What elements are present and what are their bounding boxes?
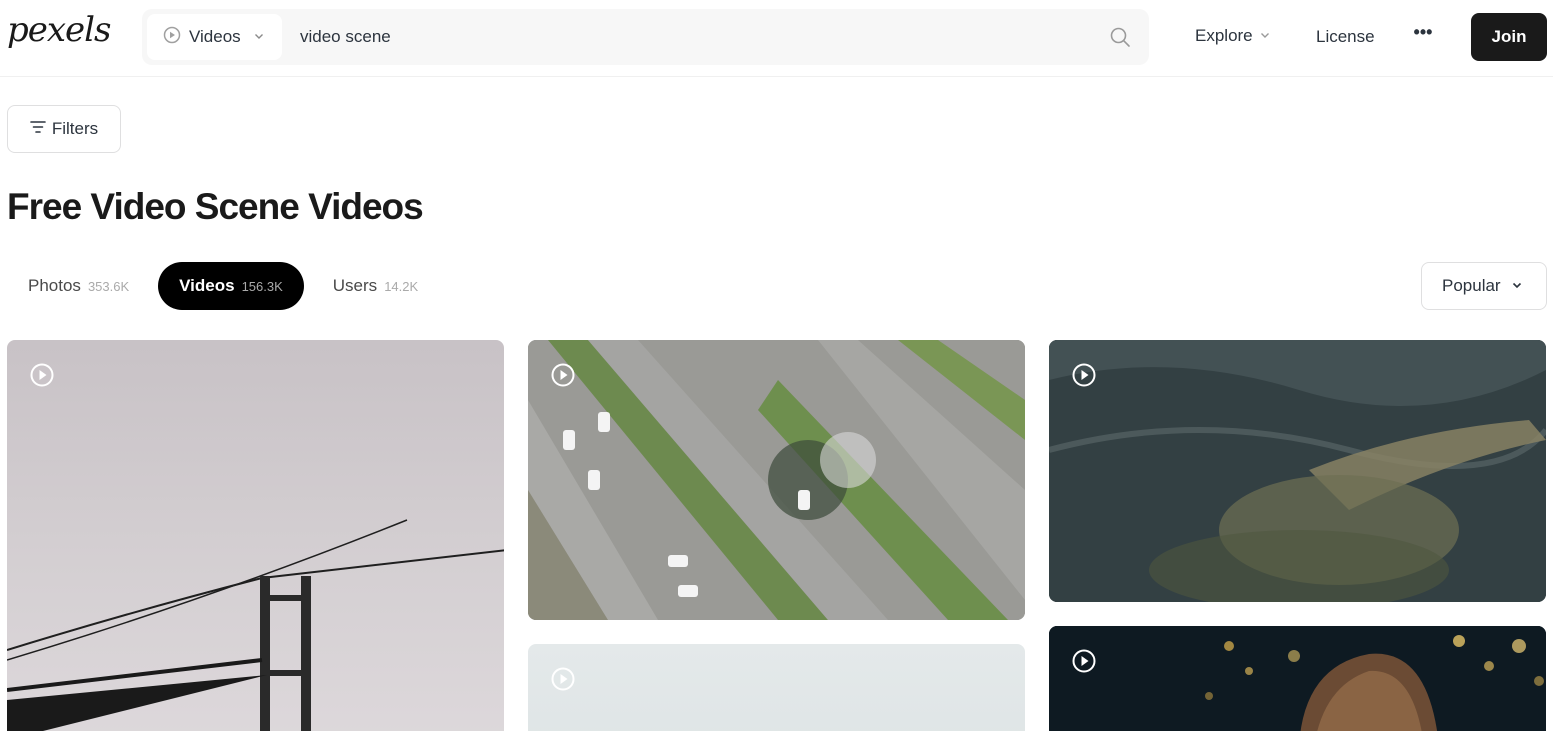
video-thumbnail-underwater	[1049, 340, 1546, 602]
filter-icon	[30, 119, 46, 139]
video-thumbnail-bokeh-portrait	[1049, 626, 1546, 731]
tab-count: 353.6K	[87, 279, 130, 294]
tab-label: Users	[332, 276, 378, 295]
sort-dropdown[interactable]: Popular	[1421, 262, 1547, 310]
top-header: pexels Videos Explore License ••• Join	[0, 0, 1553, 77]
tab-videos[interactable]: Videos 156.3K	[158, 262, 304, 310]
nav-explore[interactable]: Explore	[1195, 26, 1271, 46]
filters-button[interactable]: Filters	[7, 105, 121, 153]
video-card[interactable]	[528, 644, 1025, 731]
join-button[interactable]: Join	[1471, 13, 1547, 61]
filters-label: Filters	[51, 119, 99, 138]
video-card[interactable]	[7, 340, 504, 731]
search-input[interactable]	[300, 14, 1100, 60]
nav-explore-label: Explore	[1195, 26, 1253, 45]
video-thumbnail-aerial-road	[528, 340, 1025, 620]
play-circle-icon	[1071, 362, 1097, 388]
search-icon[interactable]	[1109, 26, 1131, 48]
chevron-down-icon	[253, 27, 265, 47]
search-type-dropdown[interactable]: Videos	[147, 14, 282, 60]
video-thumbnail-bridge	[7, 519, 504, 731]
nav-license[interactable]: License	[1316, 27, 1375, 47]
sort-label: Popular	[1442, 276, 1501, 295]
more-icon[interactable]: •••	[1411, 22, 1435, 52]
chevron-down-icon	[1511, 276, 1523, 296]
tab-photos[interactable]: Photos 353.6K	[7, 262, 150, 310]
media-tabs: Photos 353.6K Videos 156.3K Users 14.2K	[7, 262, 439, 310]
tab-label: Photos	[28, 276, 81, 295]
search-bar: Videos	[142, 9, 1149, 65]
search-type-label: Videos	[189, 27, 241, 46]
tab-users[interactable]: Users 14.2K	[312, 262, 439, 310]
page-title: Free Video Scene Videos	[7, 186, 424, 227]
play-circle-icon	[1071, 648, 1097, 674]
video-card[interactable]	[1049, 340, 1546, 602]
play-circle-icon	[163, 26, 181, 49]
tab-count: 156.3K	[241, 279, 283, 294]
play-circle-icon	[29, 362, 55, 388]
video-card[interactable]	[528, 340, 1025, 620]
video-card[interactable]	[1049, 626, 1546, 731]
play-circle-icon	[550, 362, 576, 388]
tab-count: 14.2K	[384, 279, 419, 294]
tab-label: Videos	[179, 276, 235, 295]
play-circle-icon	[550, 666, 576, 692]
pexels-logo[interactable]: pexels	[7, 10, 112, 50]
chevron-down-icon	[1259, 26, 1271, 46]
